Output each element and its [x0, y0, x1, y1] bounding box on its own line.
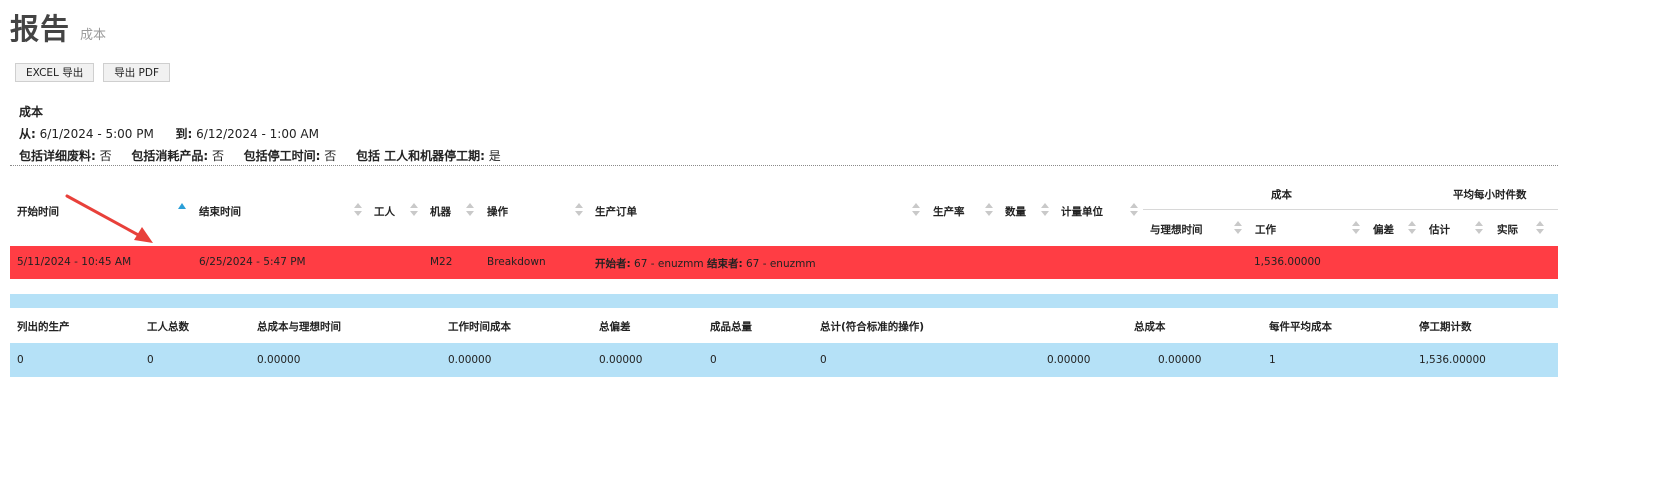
- annotation-arrow-icon: [65, 194, 153, 243]
